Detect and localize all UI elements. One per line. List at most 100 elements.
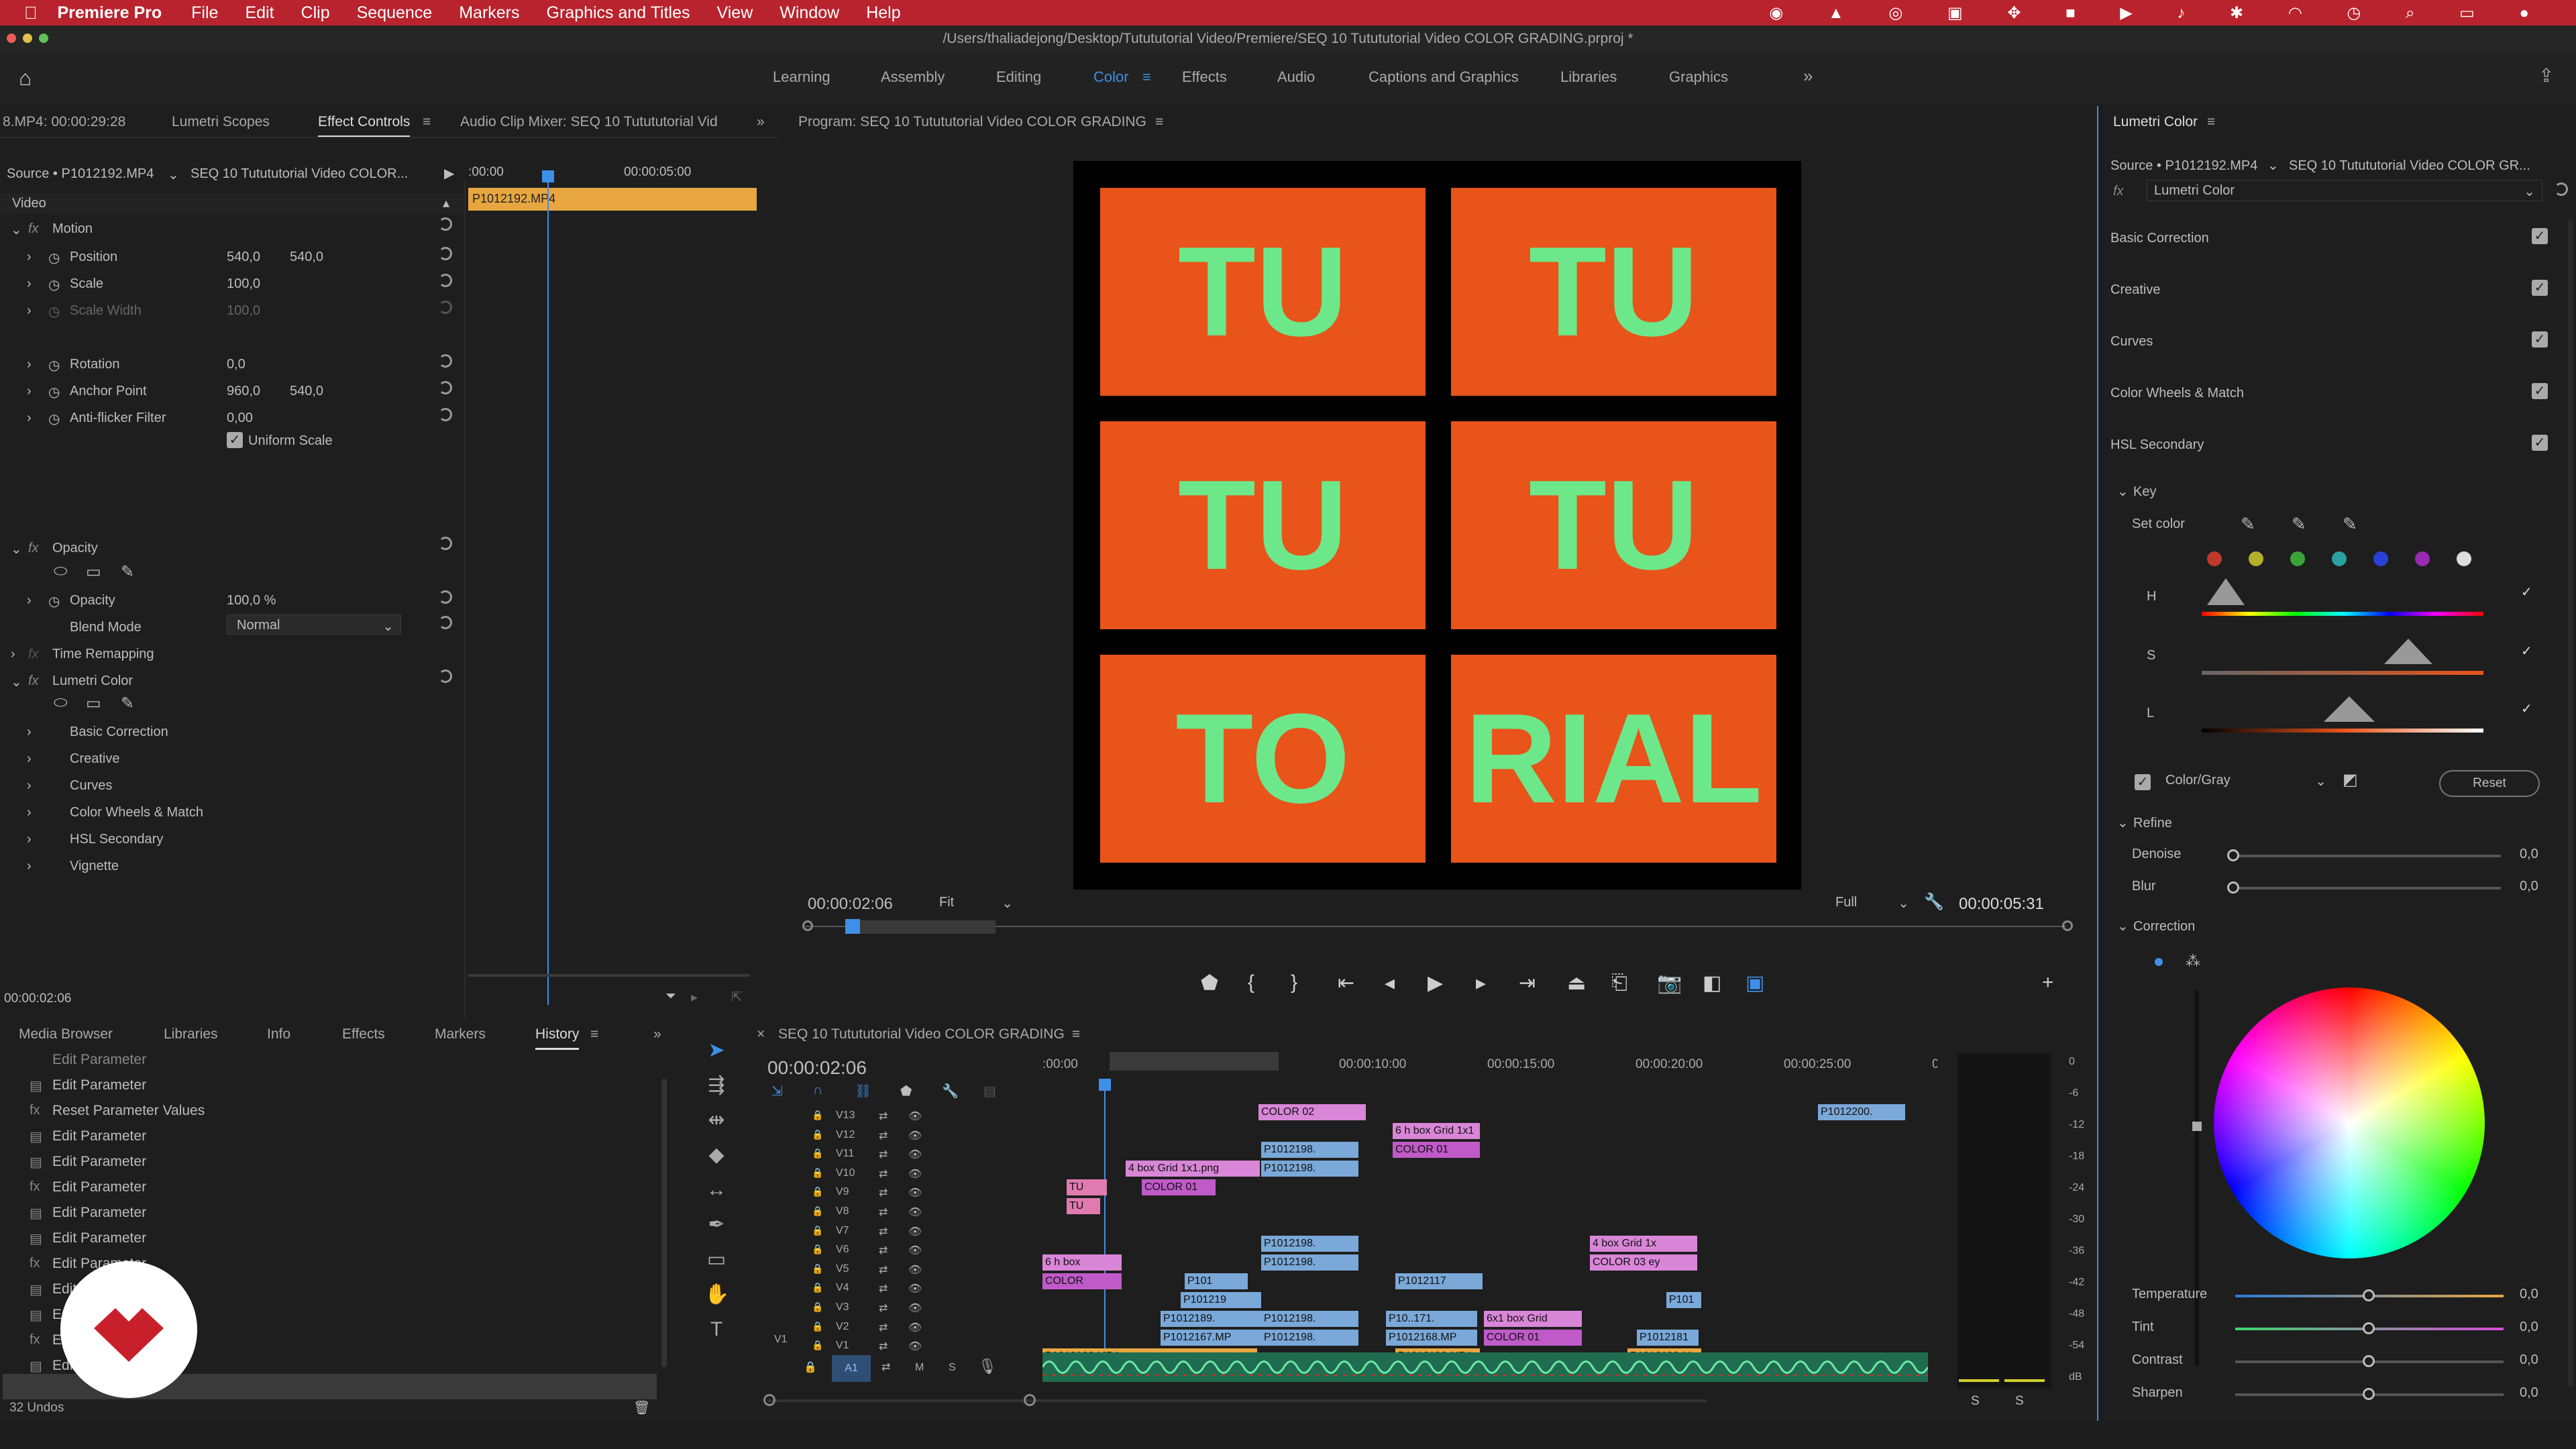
reset-icon[interactable] — [2555, 182, 2568, 196]
saturation-slider[interactable] — [2202, 671, 2483, 675]
reset-icon[interactable] — [439, 537, 452, 550]
ws-graphics[interactable]: Graphics — [1669, 68, 1728, 86]
in-out-range[interactable] — [848, 920, 996, 934]
source-label[interactable]: Source • P1012192.MP4 — [7, 166, 154, 182]
history-item[interactable]: Edit Parameter — [52, 1128, 146, 1144]
lumetri-section-header[interactable]: Color Wheels & Match — [2110, 386, 2244, 401]
lumetri-tab[interactable]: Lumetri Color — [2113, 114, 2198, 130]
refine-chevron-icon[interactable]: ⌄ — [2117, 814, 2129, 831]
track-select-icon[interactable]: ⇶ — [704, 1073, 729, 1097]
track-sync-icon[interactable]: ⇄ — [879, 1167, 888, 1181]
mini-clip[interactable]: P1012192.MP4 — [468, 188, 757, 211]
track-lock-icon[interactable]: 🔒 — [812, 1148, 823, 1159]
effect-controls-timecode[interactable]: 00:00:02:06 — [4, 991, 71, 1006]
menu-window[interactable]: Window — [780, 3, 839, 23]
stopwatch-icon[interactable]: ◷ — [48, 411, 60, 427]
solo-right-button[interactable]: S — [2015, 1394, 2024, 1409]
zoom-select[interactable]: Fit ⌄ — [936, 892, 1017, 914]
ws-captions[interactable]: Captions and Graphics — [1368, 68, 1519, 86]
timeline-clip[interactable]: P1012198. — [1261, 1142, 1358, 1158]
lift-icon[interactable]: ⏏ — [1567, 971, 1586, 995]
panel-menu-icon[interactable]: ≡ — [1072, 1026, 1080, 1042]
prop-expand-icon[interactable]: › — [27, 357, 32, 372]
color-swatch[interactable] — [2457, 551, 2471, 566]
eye-icon[interactable]: 👁 — [908, 1148, 922, 1161]
eye-icon[interactable]: 👁 — [908, 1321, 922, 1334]
track-lock-icon[interactable]: 🔒 — [812, 1225, 823, 1236]
track-lock-icon[interactable]: 🔒 — [812, 1167, 823, 1179]
ripple-edit-icon[interactable]: ⇹ — [704, 1108, 729, 1132]
play-only-icon[interactable]: ▶ — [444, 165, 454, 182]
timeline-clip[interactable]: P1012167.MP — [1161, 1330, 1261, 1346]
marker-icon[interactable]: ⬟ — [1201, 971, 1218, 995]
history-item[interactable]: Edit Parameter — [52, 1179, 146, 1195]
time-remap-chevron-icon[interactable]: › — [11, 647, 15, 662]
mark-out-icon[interactable]: } — [1291, 971, 1297, 994]
close-icon[interactable]: × — [757, 1026, 765, 1042]
track-sync-icon[interactable]: ⇄ — [879, 1263, 888, 1277]
prop-expand-icon[interactable]: › — [27, 250, 32, 265]
timeline-clip[interactable]: P1012200. — [1818, 1104, 1905, 1120]
timeline-clip[interactable]: 6 h box Grid 1x1 — [1393, 1123, 1480, 1139]
lumetri-section-chevron-icon[interactable]: › — [27, 859, 32, 874]
scrub-end-handle[interactable] — [2062, 920, 2073, 931]
lumetri-section-header[interactable]: Creative — [2110, 282, 2160, 298]
hue-range-handle[interactable] — [2207, 578, 2245, 605]
lumetri-source[interactable]: Source • P1012192.MP4 — [2110, 158, 2257, 174]
nest-icon[interactable]: ⇲ — [771, 1083, 783, 1099]
key-chevron-icon[interactable]: ⌄ — [2117, 483, 2129, 500]
check-icon[interactable]: ✓ — [2521, 643, 2532, 659]
lumetri-scrollbar[interactable] — [2568, 220, 2573, 1387]
timeline-clip[interactable]: P101219 — [1181, 1292, 1261, 1308]
prop-value-1[interactable]: 960,0 — [227, 384, 260, 399]
comparison-view-icon[interactable]: ▣ — [1746, 971, 1764, 995]
timeline-clip[interactable]: 4 box Grid 1x — [1590, 1236, 1697, 1252]
program-playhead[interactable] — [845, 919, 860, 934]
rect-mask-icon[interactable]: ▭ — [86, 562, 101, 582]
reset-icon[interactable] — [439, 301, 452, 314]
add-button-icon[interactable]: + — [2042, 971, 2054, 994]
ws-editing[interactable]: Editing — [996, 68, 1041, 86]
tab-lumetri-scopes[interactable]: Lumetri Scopes — [172, 114, 270, 130]
tab-media-browser[interactable]: Media Browser — [19, 1026, 113, 1042]
track-label[interactable]: V2 — [836, 1321, 849, 1333]
track-label[interactable]: V12 — [836, 1129, 855, 1141]
luminance-range-handle[interactable] — [2324, 696, 2375, 722]
tab-source-clip[interactable]: 8.MP4: 00:00:29:28 — [3, 114, 125, 130]
stopwatch-icon[interactable]: ◷ — [48, 276, 60, 293]
eyedropper-add-icon[interactable]: ✎ — [2292, 514, 2306, 535]
check-icon[interactable]: ✓ — [2521, 584, 2532, 600]
prop-expand-icon[interactable]: › — [27, 276, 32, 292]
solo-button[interactable]: S — [949, 1362, 956, 1374]
ws-color[interactable]: Color — [1093, 68, 1129, 86]
ws-learning[interactable]: Learning — [773, 68, 830, 86]
track-label[interactable]: V3 — [836, 1301, 849, 1313]
lumetri-section-chevron-icon[interactable]: › — [27, 724, 32, 740]
window-controls[interactable] — [7, 34, 48, 43]
reset-icon[interactable] — [439, 669, 452, 683]
quality-select[interactable]: Full ⌄ — [1833, 892, 1913, 914]
timeline-clip[interactable]: COLOR 02 — [1258, 1104, 1366, 1120]
single-wheel-icon[interactable] — [2155, 958, 2163, 966]
tab-audio-mixer[interactable]: Audio Clip Mixer: SEQ 10 Tutututorial Vi… — [460, 114, 718, 130]
track-label[interactable]: V10 — [836, 1167, 855, 1179]
prop-value-1[interactable]: 100,0 — [227, 303, 260, 319]
track-lock-icon[interactable]: 🔒 — [812, 1129, 823, 1140]
timeline-clip[interactable]: TU — [1067, 1179, 1107, 1195]
blur-value[interactable]: 0,0 — [2520, 879, 2538, 894]
correction-slider-value[interactable]: 0,0 — [2520, 1320, 2538, 1335]
program-timecode[interactable]: 00:00:02:06 — [808, 895, 893, 914]
history-item[interactable]: Edit Parameter — [52, 1077, 146, 1093]
track-lock-icon[interactable]: 🔒 — [812, 1301, 823, 1313]
lumetri-section-header[interactable]: Basic Correction — [2110, 231, 2209, 246]
panel-menu-icon[interactable]: ≡ — [423, 114, 431, 130]
eye-icon[interactable]: 👁 — [908, 1186, 922, 1199]
rectangle-icon[interactable]: ▭ — [704, 1248, 729, 1272]
mini-playhead-handle[interactable] — [542, 170, 554, 182]
mic-icon[interactable]: 🎙 — [978, 1358, 997, 1375]
v1-source[interactable]: V1 — [774, 1334, 788, 1346]
work-area[interactable] — [1110, 1052, 1279, 1071]
collapse-icon[interactable]: ▴ — [443, 195, 449, 211]
color-swatch[interactable] — [2332, 551, 2347, 566]
luminance-slider[interactable] — [2202, 729, 2483, 733]
